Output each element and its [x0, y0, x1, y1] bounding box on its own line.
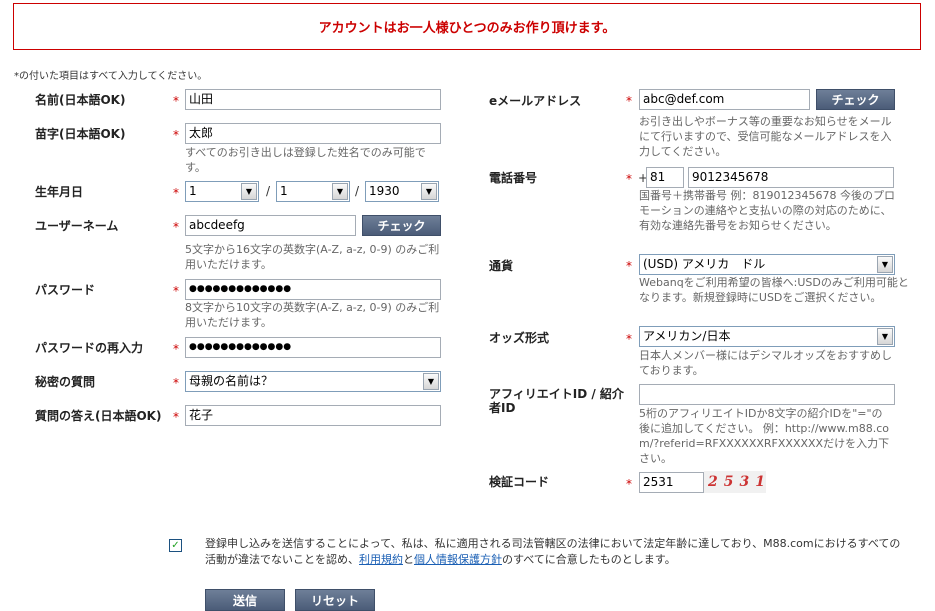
currency-label: 通貨 [489, 259, 514, 273]
affiliate-label: アフィリエイトID / 紹介者ID [489, 387, 624, 415]
username-check-button[interactable]: チェック [362, 215, 441, 236]
security-answer-input[interactable]: 花子 [185, 405, 441, 426]
birth-day-select[interactable]: 1 ▼ [185, 181, 259, 202]
password-input[interactable]: ●●●●●●●●●●●●● [185, 279, 441, 300]
required-star: * [173, 128, 179, 142]
affiliate-hint: 5桁のアフィリエイトIDか8文字の紹介IDを"="の後に追加してください。 例：… [639, 407, 890, 465]
last-name-input[interactable]: 太郎 [185, 123, 441, 144]
password-confirm-label: パスワードの再入力 [35, 341, 144, 355]
email-label: eメールアドレス [489, 94, 582, 108]
required-star: * [173, 186, 179, 200]
phone-hint: 国番号＋携帯番号 例：819012345678 今後のプロモーションの連絡やと支… [639, 189, 895, 232]
birth-year-value: 1930 [369, 184, 400, 198]
last-name-label: 苗字(日本語OK) [35, 127, 126, 141]
captcha-label: 検証コード [489, 475, 550, 489]
affiliate-input[interactable] [639, 384, 895, 405]
birthdate-label: 生年月日 [35, 185, 84, 199]
required-star: * [626, 477, 632, 491]
date-separator: / [355, 184, 360, 198]
terms-link[interactable]: 利用規約 [359, 553, 403, 566]
agreement-text-after: のすべてに合意したものとします。 [502, 553, 676, 566]
password-confirm-input[interactable]: ●●●●●●●●●●●●● [185, 337, 441, 358]
security-question-label: 秘密の質問 [35, 375, 96, 389]
required-star: * [626, 172, 632, 186]
required-star: * [626, 332, 632, 346]
required-star: * [173, 342, 179, 356]
odds-format-select[interactable]: アメリカン/日本 ▼ [639, 326, 895, 347]
phone-label: 電話番号 [489, 171, 538, 185]
password-hint: 8文字から10文字の英数字(A-Z, a-z, 0-9) のみご利用いただけます… [185, 301, 440, 329]
username-label: ユーザーネーム [35, 219, 119, 233]
email-input[interactable]: abc@def.com [639, 89, 810, 110]
odds-format-label: オッズ形式 [489, 331, 550, 345]
first-name-input[interactable]: 山田 [185, 89, 441, 110]
privacy-link[interactable]: 個人情報保護方針 [414, 553, 502, 566]
odds-format-value: アメリカン/日本 [643, 329, 731, 343]
required-star: * [173, 410, 179, 424]
chevron-down-icon[interactable]: ▼ [877, 328, 893, 345]
required-star: * [173, 284, 179, 298]
username-hint: 5文字から16文字の英数字(A-Z, a-z, 0-9) のみご利用いただけます… [185, 243, 440, 271]
chevron-down-icon[interactable]: ▼ [423, 373, 439, 390]
submit-button[interactable]: 送信 [205, 589, 285, 611]
first-name-label: 名前(日本語OK) [35, 93, 126, 107]
username-input[interactable]: abcdeefg [185, 215, 356, 236]
agreement-checkbox[interactable]: ✓ [169, 539, 182, 552]
currency-value: (USD) アメリカ ドル [643, 257, 766, 271]
currency-hint: Webanqをご利用希望の皆様へ:USDのみご利用可能となります。新規登録時にU… [639, 276, 909, 304]
birth-day-value: 1 [189, 184, 197, 198]
required-star: * [173, 94, 179, 108]
chevron-down-icon[interactable]: ▼ [332, 183, 348, 200]
odds-format-hint: 日本人メンバー様にはデシマルオッズをおすすめしております。 [639, 349, 892, 377]
birth-month-select[interactable]: 1 ▼ [276, 181, 350, 202]
password-label: パスワード [35, 283, 96, 297]
security-question-select[interactable]: 母親の名前は？ ▼ [185, 371, 441, 392]
date-separator: / [266, 184, 271, 198]
email-hint: お引き出しやボーナス等の重要なお知らせをメールにて行いますので、受信可能なメール… [639, 115, 892, 158]
chevron-down-icon[interactable]: ▼ [421, 183, 437, 200]
chevron-down-icon[interactable]: ▼ [877, 256, 893, 273]
captcha-image: 2531 [704, 471, 766, 493]
chevron-down-icon[interactable]: ▼ [241, 183, 257, 200]
phone-number-input[interactable]: 9012345678 [688, 167, 894, 188]
phone-country-code-input[interactable]: 81 [646, 167, 684, 188]
required-note: *の付いた項目はすべて入力してください。 [14, 71, 208, 82]
security-question-value: 母親の名前は？ [189, 374, 274, 388]
birth-month-value: 1 [280, 184, 288, 198]
required-star: * [173, 376, 179, 390]
account-notice: アカウントはお一人様ひとつのみお作り頂けます。 [13, 3, 921, 50]
last-name-hint: すべてのお引き出しは登録した姓名でのみ可能です。 [185, 146, 426, 174]
email-check-button[interactable]: チェック [816, 89, 895, 110]
required-star: * [626, 94, 632, 108]
required-star: * [173, 220, 179, 234]
agreement-text: 登録申し込みを送信することによって、私は、私に適用される司法管轄区の法律において… [205, 536, 905, 568]
birth-year-select[interactable]: 1930 ▼ [365, 181, 439, 202]
currency-select[interactable]: (USD) アメリカ ドル ▼ [639, 254, 895, 275]
reset-button[interactable]: リセット [295, 589, 375, 611]
required-star: * [626, 259, 632, 273]
captcha-input[interactable]: 2531 [639, 472, 704, 493]
security-answer-label: 質問の答え(日本語OK) [35, 409, 162, 423]
agreement-and: と [403, 553, 414, 566]
